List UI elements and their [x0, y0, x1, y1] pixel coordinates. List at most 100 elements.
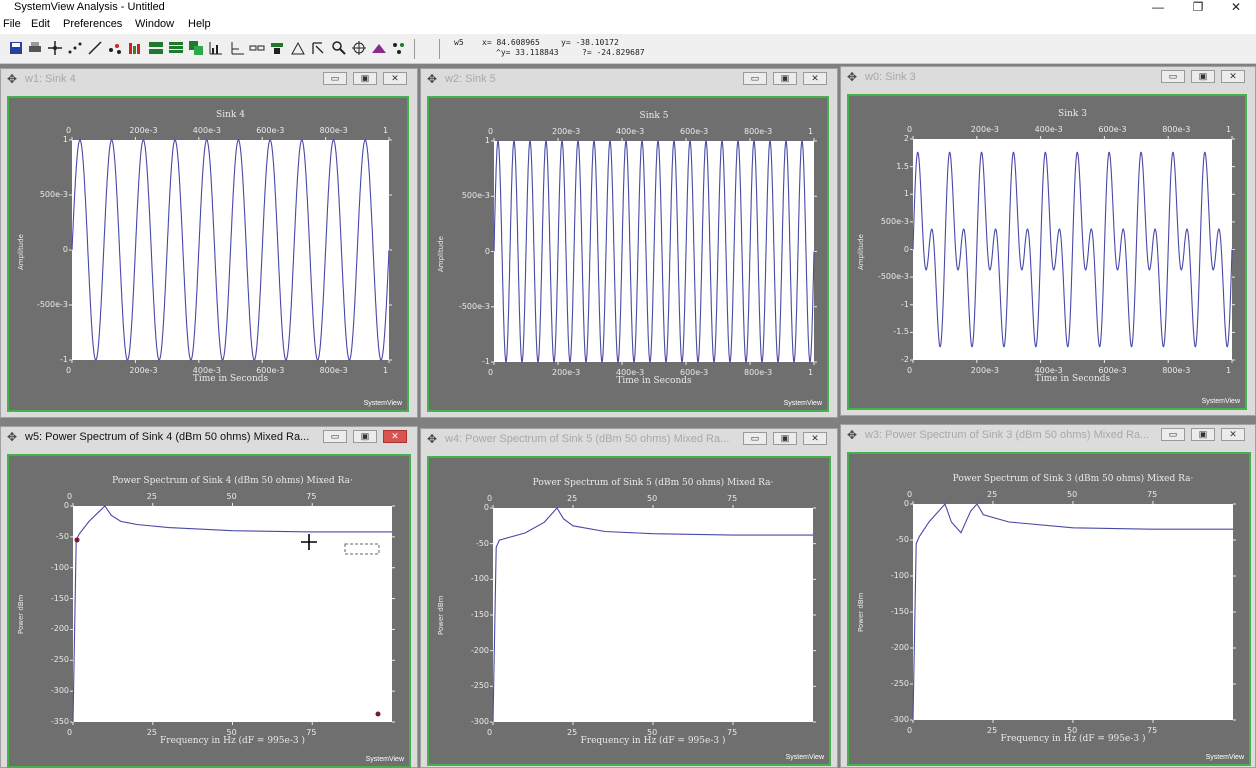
window-restore-button[interactable]: ▣	[353, 430, 377, 443]
restore-button[interactable]: ❐	[1178, 0, 1218, 14]
x-axis-label: Time in Seconds	[1034, 374, 1111, 384]
x-tick-label-top: 400e-3	[1034, 125, 1063, 134]
plot-window-w0[interactable]: ✥ w0: Sink 3 ▭ ▣ ✕ 0 0 200e-3 200e-3 400e-3 400e-3…	[840, 66, 1256, 416]
x-tick-label-top: 400e-3	[192, 126, 221, 135]
menu-file[interactable]: File	[3, 18, 21, 30]
plot-title: Power Spectrum of Sink 4 (dBm 50 ohms) M…	[112, 476, 353, 486]
y-tick-label: 1	[903, 189, 909, 199]
window-minimize-button[interactable]: ▭	[1161, 70, 1185, 83]
y-tick-label: -150	[50, 593, 69, 603]
plot-title: Sink 3	[1058, 109, 1087, 119]
y-tick-label: -150	[470, 610, 489, 619]
window-minimize-button[interactable]: ▭	[323, 430, 347, 443]
y-tick-label: 0	[62, 245, 68, 254]
axes-icon[interactable]	[229, 40, 245, 56]
menu-window[interactable]: Window	[135, 18, 174, 30]
x-axis-label: Frequency in Hz (dF = 995e-3 )	[160, 736, 305, 746]
window-titlebar[interactable]: ✥ w3: Power Spectrum of Sink 3 (dBm 50 oh…	[841, 425, 1255, 445]
window-close-button[interactable]: ✕	[803, 72, 827, 85]
move-icon[interactable]	[47, 40, 63, 56]
plot-area: 0 0 200e-3 200e-3 400e-3 400e-3 600e-3 600e-3 80…	[7, 96, 409, 412]
close-button[interactable]: ✕	[1216, 0, 1256, 14]
plot-svg	[70, 503, 395, 725]
zoom-icon[interactable]	[331, 40, 347, 56]
window-titlebar[interactable]: ✥ w1: Sink 4 ▭ ▣ ✕	[1, 69, 417, 89]
scatter-icon[interactable]	[107, 40, 123, 56]
y-tick-label: -100	[890, 571, 909, 580]
bars-icon[interactable]	[127, 40, 143, 56]
plot-window-w1[interactable]: ✥ w1: Sink 4 ▭ ▣ ✕ 0 0 200e-3 200e-3 400e-3 400e-3…	[0, 68, 418, 418]
window-close-button[interactable]: ✕	[1221, 70, 1245, 83]
mountain-icon[interactable]	[371, 40, 387, 56]
menu-help[interactable]: Help	[188, 18, 211, 30]
points-icon[interactable]	[67, 40, 83, 56]
window-move-icon: ✥	[427, 72, 438, 86]
window-close-button[interactable]: ✕	[383, 430, 407, 443]
window-restore-button[interactable]: ▣	[773, 432, 797, 445]
y-tick-label: -200	[50, 624, 69, 634]
y-tick-label: -300	[50, 686, 69, 696]
cursor-icon[interactable]	[310, 40, 326, 56]
y-tick-label: -1	[901, 299, 909, 309]
x-tick-label-top: 1	[1226, 125, 1232, 134]
print-icon[interactable]	[27, 40, 43, 56]
plot-window-w5[interactable]: ✥ w5: Power Spectrum of Sink 4 (dBm 50 oh…	[0, 426, 418, 768]
plot-window-w4[interactable]: ✥ w4: Power Spectrum of Sink 5 (dBm 50 oh…	[420, 428, 838, 768]
x-tick-label-top: 50	[1067, 490, 1078, 499]
plot-window-w3[interactable]: ✥ w3: Power Spectrum of Sink 3 (dBm 50 oh…	[840, 424, 1256, 768]
window-title: w5: Power Spectrum of Sink 4 (dBm 50 ohm…	[25, 431, 310, 443]
window-minimize-button[interactable]: ▭	[323, 72, 347, 85]
save-icon[interactable]	[8, 40, 24, 56]
window-restore-button[interactable]: ▣	[353, 72, 377, 85]
readout-x: x= 84.608965	[482, 38, 540, 47]
y-tick-label: -300	[470, 717, 489, 726]
x-axis-label: Frequency in Hz (dF = 995e-3 )	[1000, 734, 1146, 744]
x-axis-label: Time in Seconds	[192, 374, 269, 384]
y-tick-label: -500e-3	[458, 301, 490, 311]
tile-v-icon[interactable]	[168, 40, 184, 56]
window-close-button[interactable]: ✕	[383, 72, 407, 85]
menu-edit[interactable]: Edit	[31, 18, 50, 30]
window-titlebar[interactable]: ✥ w4: Power Spectrum of Sink 5 (dBm 50 oh…	[421, 429, 837, 449]
triangle-icon[interactable]	[290, 40, 306, 56]
stack-icon[interactable]	[269, 40, 285, 56]
link-icon[interactable]	[249, 40, 265, 56]
y-axis-label: Amplitude	[17, 234, 25, 270]
menu-preferences[interactable]: Preferences	[63, 18, 122, 30]
window-restore-button[interactable]: ▣	[773, 72, 797, 85]
systemview-brand: SystemView	[365, 756, 404, 763]
window-titlebar[interactable]: ✥ w2: Sink 5 ▭ ▣ ✕	[421, 69, 837, 89]
minimize-button[interactable]: —	[1138, 0, 1178, 14]
stats-icon[interactable]	[208, 40, 224, 56]
x-tick-label-top: 1	[383, 126, 389, 135]
x-tick-label-top: 200e-3	[129, 126, 158, 135]
y-tick-label: 500e-3	[39, 190, 68, 199]
window-titlebar[interactable]: ✥ w0: Sink 3 ▭ ▣ ✕	[841, 67, 1255, 87]
window-close-button[interactable]: ✕	[803, 432, 827, 445]
window-restore-button[interactable]: ▣	[1191, 428, 1215, 441]
window-titlebar[interactable]: ✥ w5: Power Spectrum of Sink 4 (dBm 50 oh…	[1, 427, 417, 447]
window-minimize-button[interactable]: ▭	[1161, 428, 1185, 441]
crosshair-icon[interactable]	[351, 40, 367, 56]
window-close-button[interactable]: ✕	[1221, 428, 1245, 441]
readout-y: y= -38.10172	[561, 38, 619, 47]
window-title: w4: Power Spectrum of Sink 5 (dBm 50 ohm…	[445, 433, 730, 445]
x-tick-label-top: 200e-3	[552, 127, 581, 136]
y-tick-label: -350	[50, 717, 69, 726]
x-tick-label-top: 400e-3	[616, 127, 645, 136]
window-restore-button[interactable]: ▣	[1191, 70, 1215, 83]
readout-y2: ?= -24.829687	[582, 48, 645, 57]
x-tick-label-top: 800e-3	[319, 126, 348, 135]
plot-window-w2[interactable]: ✥ w2: Sink 5 ▭ ▣ ✕ 0 0 200e-3 200e-3 400e-3 400e-3…	[420, 68, 838, 418]
window-minimize-button[interactable]: ▭	[743, 72, 767, 85]
x-tick-label-top: 25	[987, 490, 998, 499]
app-title: SystemView Analysis - Untitled	[14, 1, 165, 13]
tile-h-icon[interactable]	[148, 40, 164, 56]
cascade-icon[interactable]	[188, 40, 204, 56]
line-icon[interactable]	[87, 40, 103, 56]
y-tick-label: 0	[63, 501, 69, 510]
window-minimize-button[interactable]: ▭	[743, 432, 767, 445]
y-tick-label: -50	[55, 531, 69, 541]
y-axis-label: Power dBm	[437, 595, 445, 635]
dots-icon[interactable]	[391, 40, 407, 56]
